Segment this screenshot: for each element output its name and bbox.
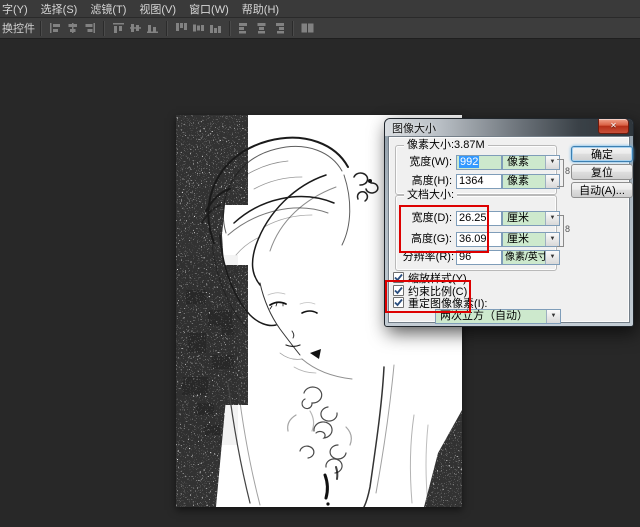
distribute-vertical-centers-icon[interactable] xyxy=(191,21,206,35)
doc-height-unit-select[interactable]: 厘米 ▼ xyxy=(502,232,560,247)
options-bar-separator xyxy=(40,21,42,36)
menu-item-window[interactable]: 窗口(W) xyxy=(189,1,229,17)
align-left-edges-icon[interactable] xyxy=(48,21,63,35)
resolution-label: 分辨率(R): xyxy=(396,250,454,265)
resample-image-checkbox[interactable]: 重定图像像素(I): xyxy=(393,296,487,309)
options-bar-separator xyxy=(292,21,294,36)
doc-width-label: 宽度(D): xyxy=(396,211,452,226)
align-bottom-edges-icon[interactable] xyxy=(145,21,160,35)
doc-width-input[interactable]: 26.25 xyxy=(456,211,502,226)
doc-height-input[interactable]: 36.09 xyxy=(456,232,502,247)
pixel-height-unit-select[interactable]: 像素 ▼ xyxy=(502,174,560,189)
chevron-down-icon: ▼ xyxy=(545,251,559,264)
pixel-height-input[interactable]: 1364 xyxy=(456,174,502,189)
dialog-title-bar[interactable]: 图像大小 ✕ xyxy=(385,119,633,136)
menu-bar: 字(Y) 选择(S) 滤镜(T) 视图(V) 窗口(W) 帮助(H) xyxy=(0,0,640,18)
dialog-client: 像素大小:3.87M 宽度(W): 992 像素 ▼ 高度(H): 1364 像… xyxy=(388,136,630,323)
pixel-width-label: 宽度(W): xyxy=(396,155,452,170)
resample-method-select[interactable]: 两次立方（自动） ▼ xyxy=(435,309,561,324)
pixel-width-input[interactable]: 992 xyxy=(456,155,502,170)
align-top-edges-icon[interactable] xyxy=(111,21,126,35)
options-bar: 换控件 xyxy=(0,18,640,39)
doc-width-unit-select[interactable]: 厘米 ▼ xyxy=(502,211,560,226)
align-right-edges-icon[interactable] xyxy=(82,21,97,35)
distribute-left-edges-icon[interactable] xyxy=(237,21,252,35)
checkbox-checked-icon xyxy=(393,272,404,283)
auto-button[interactable]: 自动(A)... xyxy=(571,182,633,198)
pixel-size-group-label: 像素大小:3.87M xyxy=(404,139,488,151)
options-bar-separator xyxy=(229,21,231,36)
options-bar-separator xyxy=(103,21,105,36)
distribute-right-edges-icon[interactable] xyxy=(271,21,286,35)
checkbox-checked-icon xyxy=(393,285,404,296)
menu-item-filter[interactable]: 滤镜(T) xyxy=(90,1,126,17)
pixel-chain-link-icon: 8 xyxy=(565,167,570,176)
pixel-size-group: 像素大小:3.87M 宽度(W): 992 像素 ▼ 高度(H): 1364 像… xyxy=(395,145,557,195)
chevron-down-icon: ▼ xyxy=(546,310,560,323)
auto-align-layers-icon[interactable] xyxy=(300,21,315,35)
align-vertical-centers-icon[interactable] xyxy=(128,21,143,35)
ok-button[interactable]: 确定 xyxy=(571,146,633,162)
document-size-group-label: 文档大小: xyxy=(404,189,457,201)
close-icon: ✕ xyxy=(610,122,617,130)
distribute-top-edges-icon[interactable] xyxy=(174,21,189,35)
doc-height-label: 高度(G): xyxy=(396,232,452,247)
menu-item-type[interactable]: 字(Y) xyxy=(2,1,28,17)
transform-controls-label[interactable]: 换控件 xyxy=(2,20,35,36)
resolution-input[interactable]: 96 xyxy=(456,250,502,265)
document-size-group: 文档大小: 宽度(D): 26.25 厘米 ▼ 高度(G): 36.09 厘米 … xyxy=(395,195,557,271)
options-bar-separator xyxy=(166,21,168,36)
menu-item-view[interactable]: 视图(V) xyxy=(139,1,176,17)
pixel-link-bracket xyxy=(557,159,564,187)
resolution-unit-select[interactable]: 像素/英寸 ▼ xyxy=(502,250,560,265)
menu-item-help[interactable]: 帮助(H) xyxy=(242,1,279,17)
reset-button[interactable]: 复位 xyxy=(571,164,633,180)
checkbox-checked-icon xyxy=(393,297,404,308)
dialog-title: 图像大小 xyxy=(385,120,436,136)
distribute-bottom-edges-icon[interactable] xyxy=(208,21,223,35)
pixel-height-label: 高度(H): xyxy=(396,174,452,189)
image-size-dialog: 图像大小 ✕ 像素大小:3.87M 宽度(W): 992 像素 ▼ 高度(H):… xyxy=(384,118,634,327)
distribute-horizontal-centers-icon[interactable] xyxy=(254,21,269,35)
doc-chain-link-icon: 8 xyxy=(565,225,570,234)
pixel-width-unit-select[interactable]: 像素 ▼ xyxy=(502,155,560,170)
align-horizontal-centers-icon[interactable] xyxy=(65,21,80,35)
doc-link-bracket xyxy=(557,215,564,247)
close-button[interactable]: ✕ xyxy=(598,119,629,134)
menu-item-select[interactable]: 选择(S) xyxy=(41,1,78,17)
